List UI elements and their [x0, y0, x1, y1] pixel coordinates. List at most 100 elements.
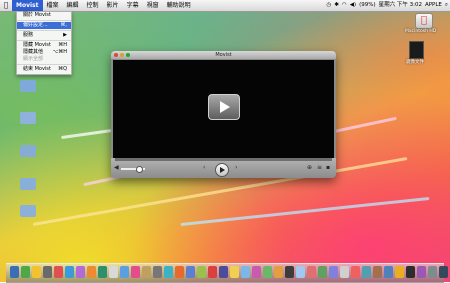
- dock-app-icon[interactable]: [263, 266, 272, 278]
- volume-knob[interactable]: [136, 166, 143, 173]
- menu-window[interactable]: 視窗: [143, 0, 163, 11]
- menu-separator: [17, 20, 71, 21]
- dock-app-icon[interactable]: [120, 266, 129, 278]
- disk-image-icon[interactable]: [409, 41, 424, 59]
- hard-drive-icon[interactable]: : [415, 13, 433, 29]
- battery-indicator[interactable]: (99%): [359, 0, 376, 11]
- desktop-folder-icon[interactable]: [20, 80, 36, 92]
- dock-app-icon[interactable]: [340, 266, 349, 278]
- apple-menu-icon[interactable]: : [0, 0, 12, 11]
- dock-app-icon[interactable]: [208, 266, 217, 278]
- menu-status-area: ◷ ✱ ◠ ◀) (99%) 星期六 下午 3:02 APPLE ⌕: [326, 0, 448, 11]
- timemachine-icon[interactable]: ◷: [326, 0, 331, 11]
- dock-app-icon[interactable]: [252, 266, 261, 278]
- menu-item-hide-others[interactable]: 隱藏其他 ⌥⌘H: [17, 49, 71, 56]
- dock-app-icon[interactable]: [10, 266, 19, 278]
- dock-app-icon[interactable]: [351, 266, 360, 278]
- dock-app-icon[interactable]: [373, 266, 382, 278]
- desktop-folder-icon[interactable]: [20, 205, 36, 217]
- spotlight-icon[interactable]: ⌕: [445, 0, 448, 11]
- dock-app-icon[interactable]: [428, 266, 437, 278]
- menu-help[interactable]: 輔助說明: [163, 0, 195, 11]
- dock-app-icon[interactable]: [153, 266, 162, 278]
- dock-app-icon[interactable]: [65, 266, 74, 278]
- menu-item-about[interactable]: 關於 Movist: [17, 12, 71, 19]
- dock-app-icon[interactable]: [109, 266, 118, 278]
- menu-item-shortcut: ⌘H: [58, 42, 67, 48]
- clock[interactable]: 星期六 下午 3:02: [379, 0, 422, 11]
- fullscreen-icon[interactable]: ⊕: [307, 164, 312, 172]
- menu-file[interactable]: 檔案: [43, 0, 63, 11]
- player-controls: ◀ ‹ › ⊕ ≡ ▪: [111, 158, 336, 178]
- dock-app-icon[interactable]: [417, 266, 426, 278]
- dock-app-icon[interactable]: [175, 266, 184, 278]
- menu-subtitle[interactable]: 字幕: [123, 0, 143, 11]
- dock-app-icon[interactable]: [296, 266, 305, 278]
- menu-item-quit[interactable]: 結束 Movist ⌘Q: [17, 66, 71, 73]
- dock-app-icon[interactable]: [98, 266, 107, 278]
- video-area[interactable]: [113, 60, 334, 158]
- player-window: Movist ◀ ‹ › ⊕ ≡ ▪: [111, 51, 336, 178]
- volume-low-icon: ◀: [114, 164, 119, 171]
- dock-app-icon[interactable]: [395, 266, 404, 278]
- dock-app-icon[interactable]: [76, 266, 85, 278]
- play-overlay-icon[interactable]: [208, 94, 240, 120]
- dock-app-icon[interactable]: [164, 266, 173, 278]
- dock-app-icon[interactable]: [329, 266, 338, 278]
- dock-app-icon[interactable]: [142, 266, 151, 278]
- menu-app[interactable]: Movist: [12, 0, 43, 11]
- dock-app-icon[interactable]: [318, 266, 327, 278]
- fast-forward-icon[interactable]: ›: [235, 164, 237, 172]
- menu-movie[interactable]: 影片: [103, 0, 123, 11]
- dock-app-icon[interactable]: [362, 266, 371, 278]
- playlist-icon[interactable]: ≡: [317, 164, 322, 172]
- bluetooth-icon[interactable]: ✱: [334, 0, 339, 11]
- desktop-folder-icon[interactable]: [20, 145, 36, 157]
- dock-app-icon[interactable]: [32, 266, 41, 278]
- apple-logo-icon: : [416, 14, 432, 28]
- minimize-window-button[interactable]: [120, 53, 124, 57]
- menu-item-shortcut: ⌥⌘H: [52, 49, 67, 55]
- wifi-icon[interactable]: ◠: [342, 0, 347, 11]
- dock-app-icon[interactable]: [131, 266, 140, 278]
- submenu-arrow-icon: ▶: [63, 32, 67, 38]
- dock-app-icon[interactable]: [406, 266, 415, 278]
- menu-item-label: 服務: [23, 32, 34, 38]
- player-titlebar[interactable]: Movist: [111, 51, 336, 59]
- menu-edit[interactable]: 編輯: [63, 0, 83, 11]
- menu-control[interactable]: 控制: [83, 0, 103, 11]
- dock-app-icon[interactable]: [43, 266, 52, 278]
- dock-app-icon[interactable]: [87, 266, 96, 278]
- hard-drive-label: Macintosh HD: [405, 29, 437, 34]
- dock-app-icon[interactable]: [274, 266, 283, 278]
- menu-item-label: 偏好設定...: [23, 22, 48, 28]
- dock-app-icon[interactable]: [384, 266, 393, 278]
- desktop-folder-icon[interactable]: [20, 178, 36, 190]
- dock-app-icon[interactable]: [230, 266, 239, 278]
- play-button[interactable]: [215, 163, 229, 177]
- dock-app-icon[interactable]: [285, 266, 294, 278]
- dock-app-icon[interactable]: [54, 266, 63, 278]
- user-name[interactable]: APPLE: [425, 0, 442, 11]
- rewind-icon[interactable]: ‹: [203, 164, 205, 172]
- desktop-folder-icon[interactable]: [20, 112, 36, 124]
- dock-app-icon[interactable]: [307, 266, 316, 278]
- zoom-window-button[interactable]: [126, 53, 130, 57]
- settings-icon[interactable]: ▪: [326, 164, 330, 172]
- dock-app-icon[interactable]: [186, 266, 195, 278]
- menu-item-services[interactable]: 服務 ▶: [17, 32, 71, 39]
- menu-item-hide[interactable]: 隱藏 Movist ⌘H: [17, 42, 71, 49]
- close-window-button[interactable]: [114, 53, 118, 57]
- dock-app-icon[interactable]: [197, 266, 206, 278]
- dock-app-icon[interactable]: [241, 266, 250, 278]
- dock-app-icon[interactable]: [21, 266, 30, 278]
- disk-image-label: 鏡像文件: [406, 60, 424, 65]
- dock-app-icon[interactable]: [439, 266, 448, 278]
- menu-separator: [17, 30, 71, 31]
- volume-icon[interactable]: ◀): [350, 0, 356, 11]
- menu-item-preferences[interactable]: 偏好設定... ⌘,: [17, 22, 71, 29]
- dock-app-icon[interactable]: [219, 266, 228, 278]
- menu-item-label: 結束 Movist: [23, 66, 51, 72]
- seek-bar[interactable]: [115, 158, 332, 161]
- app-menu-dropdown: 關於 Movist 偏好設定... ⌘, 服務 ▶ 隱藏 Movist ⌘H 隱…: [16, 11, 72, 75]
